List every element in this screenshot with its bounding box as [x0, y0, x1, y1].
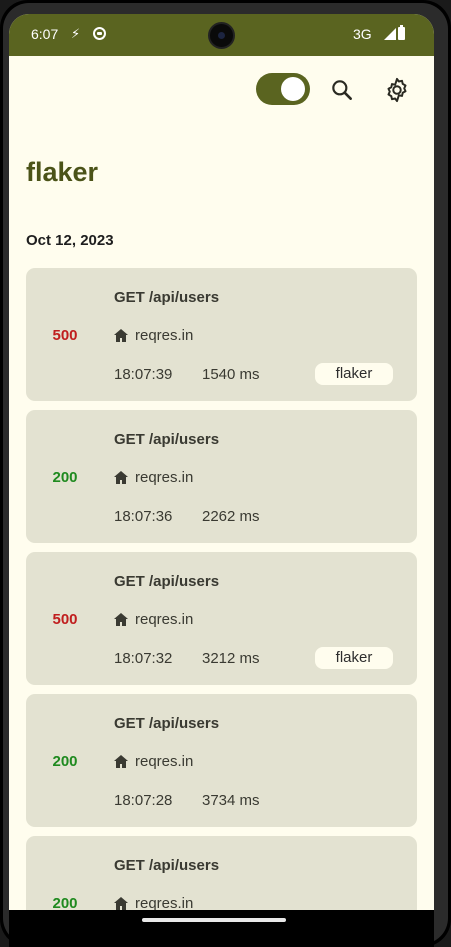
enable-toggle[interactable] [256, 73, 310, 105]
flaker-tag: flaker [315, 363, 393, 385]
request-title: GET /api/users [114, 715, 220, 732]
home-icon [114, 471, 128, 484]
request-title: GET /api/users [114, 857, 220, 874]
request-title: GET /api/users [114, 431, 220, 448]
request-duration: 3212 ms [202, 650, 260, 667]
home-icon [114, 329, 128, 342]
request-title: GET /api/users [114, 573, 220, 590]
request-duration: 1540 ms [202, 366, 260, 383]
request-card[interactable]: 200 GET /api/users reqres.in [26, 836, 417, 910]
request-card[interactable]: 500 GET /api/users reqres.in 18:07:32 32… [26, 552, 417, 685]
home-gesture-handle[interactable] [142, 918, 286, 922]
nfc-icon: ⚡ [71, 26, 81, 41]
settings-button[interactable] [383, 76, 411, 104]
status-code: 200 [52, 895, 78, 910]
request-host: reqres.in [135, 895, 194, 910]
request-card[interactable]: 500 GET /api/users reqres.in 18:07:39 15… [26, 268, 417, 401]
toggle-knob [281, 77, 305, 101]
request-time: 18:07:32 [114, 650, 173, 667]
request-time: 18:07:28 [114, 792, 173, 809]
request-duration: 2262 ms [202, 508, 260, 525]
request-host: reqres.in [135, 469, 194, 486]
navigation-bar [9, 910, 434, 947]
settings-icon [387, 77, 407, 103]
request-list: 500 GET /api/users reqres.in 18:07:39 15… [26, 268, 417, 910]
front-camera [208, 22, 235, 49]
network-type: 3G [353, 26, 372, 42]
status-bar: 6:07 ⚡ 3G [9, 14, 434, 56]
status-code: 500 [52, 611, 78, 628]
date-header: Oct 12, 2023 [26, 232, 114, 249]
request-host: reqres.in [135, 327, 194, 344]
request-time: 18:07:36 [114, 508, 173, 525]
request-title: GET /api/users [114, 289, 220, 306]
app-screen: 6:07 ⚡ 3G flaker Oct 12, 2023 500 GET /a… [9, 14, 434, 910]
page-title: flaker [26, 157, 99, 187]
status-code: 200 [52, 469, 78, 486]
request-host: reqres.in [135, 753, 194, 770]
request-time: 18:07:39 [114, 366, 173, 383]
status-code: 500 [52, 327, 78, 344]
status-code: 200 [52, 753, 78, 770]
request-card[interactable]: 200 GET /api/users reqres.in 18:07:28 37… [26, 694, 417, 827]
search-icon [332, 80, 352, 100]
status-time: 6:07 [31, 26, 59, 42]
home-icon [114, 897, 128, 910]
request-card[interactable]: 200 GET /api/users reqres.in 18:07:36 22… [26, 410, 417, 543]
sync-icon [93, 27, 106, 40]
request-duration: 3734 ms [202, 792, 260, 809]
battery-icon [398, 25, 405, 40]
search-button[interactable] [329, 77, 355, 103]
flaker-tag: flaker [315, 647, 393, 669]
signal-icon [384, 28, 396, 40]
home-icon [114, 613, 128, 626]
request-host: reqres.in [135, 611, 194, 628]
home-icon [114, 755, 128, 768]
